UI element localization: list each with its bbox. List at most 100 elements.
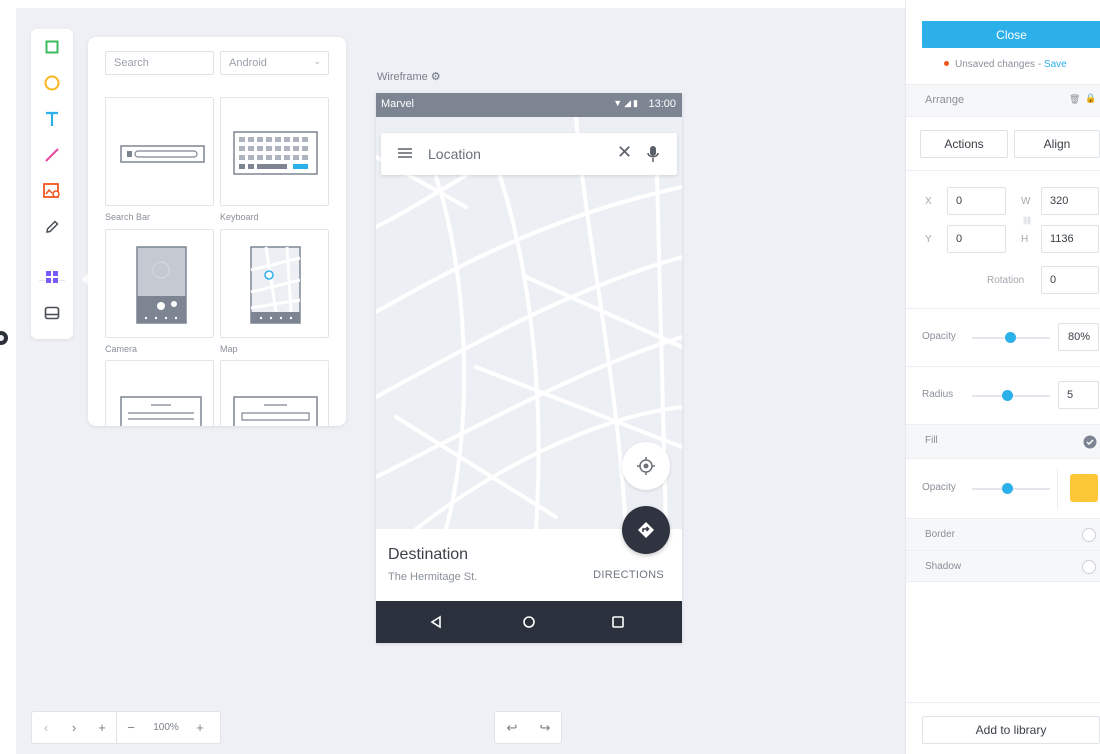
- border-toggle[interactable]: [1082, 528, 1096, 542]
- artboard-label[interactable]: Wireframe ⚙: [377, 70, 441, 83]
- undo-icon[interactable]: ↩: [495, 720, 529, 736]
- library-item-search-bar[interactable]: [105, 97, 214, 206]
- text-tool-button[interactable]: [31, 101, 73, 137]
- save-link[interactable]: Save: [1044, 59, 1067, 70]
- line-icon: [45, 148, 59, 162]
- back-nav-icon[interactable]: [426, 612, 446, 632]
- opacity-section: Opacity 80%: [906, 308, 1100, 366]
- opacity-slider-knob[interactable]: [1005, 332, 1017, 343]
- device-tool-button[interactable]: [31, 295, 73, 331]
- canvas-edge-handle[interactable]: [0, 331, 8, 345]
- actions-button[interactable]: Actions: [920, 130, 1008, 158]
- x-field[interactable]: 0: [947, 187, 1006, 215]
- library-item-keyboard[interactable]: [220, 97, 329, 206]
- radius-slider-knob[interactable]: [1002, 390, 1013, 401]
- directions-button[interactable]: DIRECTIONS: [593, 569, 664, 581]
- arrange-label: Arrange: [925, 94, 965, 106]
- rotation-field[interactable]: 0: [1041, 266, 1099, 294]
- radius-field[interactable]: 5: [1058, 381, 1099, 409]
- line-tool-button[interactable]: [31, 137, 73, 173]
- rectangle-icon: [45, 40, 59, 54]
- width-field[interactable]: 320: [1041, 187, 1099, 215]
- chevron-down-icon: ⌄: [313, 56, 321, 66]
- library-item-card[interactable]: [105, 360, 214, 426]
- shadow-toggle[interactable]: [1082, 560, 1096, 574]
- recents-nav-icon[interactable]: [608, 612, 628, 632]
- next-screen-icon[interactable]: ›: [60, 720, 88, 735]
- gear-icon[interactable]: ⚙: [431, 71, 441, 83]
- microphone-icon[interactable]: [647, 145, 659, 163]
- h-label: H: [1021, 234, 1029, 245]
- library-item-camera[interactable]: [105, 229, 214, 338]
- my-location-button[interactable]: [622, 442, 670, 490]
- fill-header[interactable]: Fill: [906, 424, 1100, 458]
- phone-artboard[interactable]: Marvel ▼◢▮ 13:00 Location ✕ Destination …: [376, 93, 682, 643]
- zoom-out-icon[interactable]: −: [117, 720, 145, 735]
- map-thumbnail: [250, 246, 301, 324]
- height-field[interactable]: 1136: [1041, 225, 1099, 253]
- directions-fab[interactable]: [622, 506, 670, 554]
- library-item-map[interactable]: [220, 229, 329, 338]
- radius-section: Radius 5: [906, 366, 1100, 424]
- pencil-icon: [46, 220, 59, 233]
- fill-divider: [1057, 469, 1058, 509]
- opacity-label: Opacity: [922, 331, 956, 342]
- card-thumbnail: [120, 396, 202, 426]
- camera-thumbnail: [136, 246, 187, 324]
- history-controls: ↩ ↪: [494, 711, 562, 744]
- unsaved-indicator: [944, 60, 949, 66]
- zoom-in-icon[interactable]: +: [187, 720, 213, 735]
- x-label: X: [925, 196, 932, 207]
- artboard-title: Wireframe: [377, 71, 428, 83]
- library-grid-icon: [46, 271, 58, 283]
- align-button[interactable]: Align: [1014, 130, 1100, 158]
- location-search-bar[interactable]: Location ✕: [381, 133, 677, 175]
- fill-color-swatch[interactable]: [1070, 474, 1098, 502]
- shadow-row[interactable]: Shadow: [906, 550, 1100, 582]
- library-item-dialog[interactable]: [220, 360, 329, 426]
- pencil-tool-button[interactable]: [31, 209, 73, 245]
- y-label: Y: [925, 234, 932, 245]
- component-library-panel: Search Android ⌄ Search Bar Keyboard Cam…: [88, 37, 346, 426]
- delete-icon[interactable]: 🗑: [1069, 94, 1080, 105]
- location-input[interactable]: Location: [428, 146, 481, 162]
- close-button[interactable]: Close: [922, 21, 1100, 48]
- close-icon[interactable]: ✕: [617, 142, 632, 163]
- image-tool-button[interactable]: [31, 173, 73, 209]
- platform-select[interactable]: Android ⌄: [220, 51, 329, 75]
- fill-opacity-label: Opacity: [922, 482, 956, 493]
- ellipse-tool-button[interactable]: [31, 65, 73, 101]
- lock-icon[interactable]: 🔒: [1085, 93, 1096, 104]
- shadow-label: Shadow: [925, 561, 962, 572]
- geometry-section: X 0 W 320 ⛓ Y 0 H 1136 Rotation 0: [906, 170, 1100, 308]
- ellipse-icon: [44, 75, 60, 91]
- rectangle-tool-button[interactable]: [31, 29, 73, 65]
- navigation-zoom-controls: ‹ › + − 100% +: [31, 711, 221, 744]
- crosshair-icon: [637, 457, 655, 475]
- library-item-label: Search Bar: [105, 212, 151, 222]
- zoom-level[interactable]: 100%: [145, 722, 187, 733]
- radius-label: Radius: [922, 389, 954, 400]
- add-to-library-button[interactable]: Add to library: [922, 716, 1100, 744]
- rotation-label: Rotation: [987, 275, 1025, 286]
- home-nav-icon[interactable]: [519, 612, 539, 632]
- text-icon: [46, 111, 58, 126]
- link-dimensions-icon[interactable]: ⛓: [1022, 216, 1032, 225]
- previous-screen-icon[interactable]: ‹: [32, 720, 60, 735]
- opacity-field[interactable]: 80%: [1058, 323, 1099, 351]
- destination-address: The Hermitage St.: [388, 571, 478, 583]
- image-icon: [43, 183, 60, 198]
- add-screen-icon[interactable]: +: [88, 720, 116, 735]
- border-row[interactable]: Border: [906, 518, 1100, 550]
- y-field[interactable]: 0: [947, 225, 1006, 253]
- library-search-input[interactable]: Search: [105, 51, 214, 75]
- fill-label: Fill: [925, 435, 938, 446]
- arrange-section: Arrange 🗑 🔒: [906, 84, 1100, 116]
- library-item-label: Camera: [105, 344, 138, 354]
- fill-enabled-check-icon[interactable]: [1083, 435, 1097, 449]
- fill-opacity-slider-knob[interactable]: [1002, 483, 1013, 494]
- redo-icon[interactable]: ↪: [529, 720, 561, 736]
- library-tool-button[interactable]: [31, 259, 73, 295]
- footer-divider: [906, 702, 1100, 703]
- hamburger-menu-icon[interactable]: [397, 146, 413, 160]
